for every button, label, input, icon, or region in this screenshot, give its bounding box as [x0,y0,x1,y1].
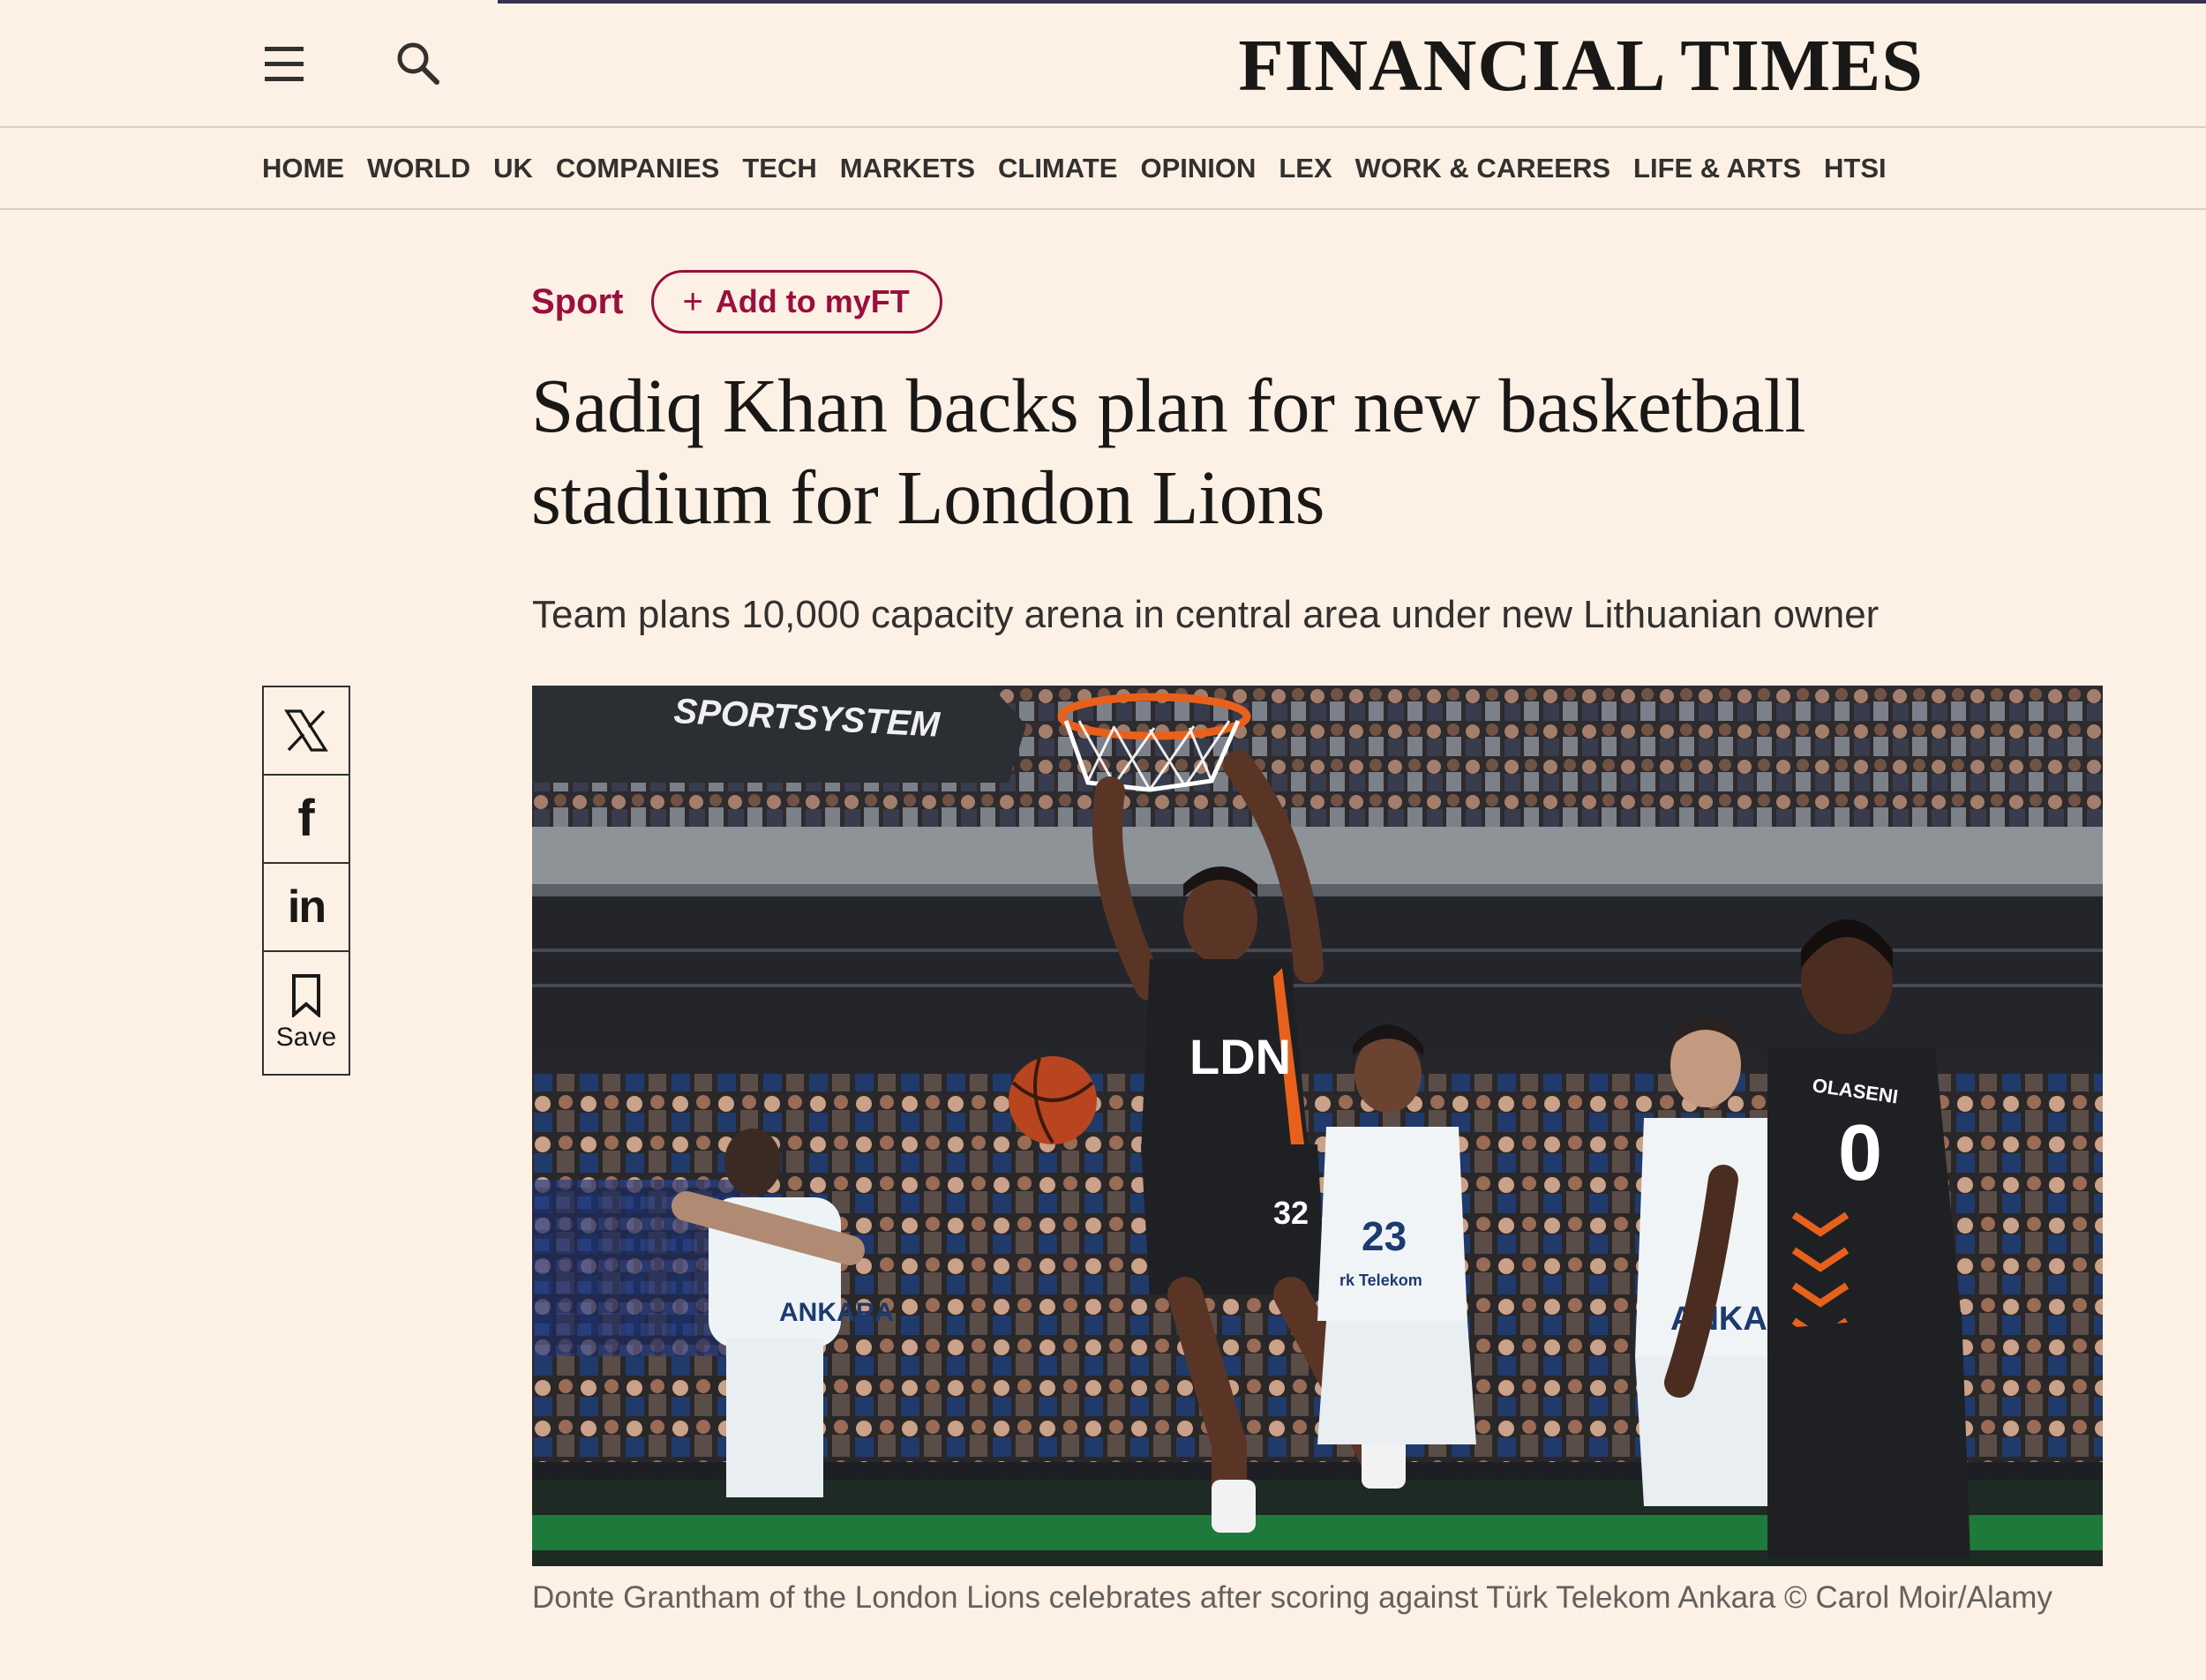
topic-link-sport[interactable]: Sport [531,282,623,322]
nav-item-companies[interactable]: COMPANIES [556,153,719,184]
nav-item-lex[interactable]: LEX [1279,153,1332,184]
middle-jersey-text: rk Telekom [1339,1271,1422,1289]
hamburger-menu-icon[interactable] [261,44,309,85]
bookmark-icon [292,974,320,1017]
add-to-myft-button[interactable]: + Add to myFT [651,270,942,334]
nav-item-markets[interactable]: MARKETS [840,153,975,184]
facebook-icon: f [297,790,315,847]
svg-text:LDN: LDN [1189,1029,1291,1084]
nav-item-work-careers[interactable]: WORK & CAREERS [1355,153,1610,184]
linkedin-icon: in [287,881,326,933]
site-header: FINANCIAL TIMES [0,0,2206,128]
share-toolbar: f in Save [262,686,350,1076]
share-x-button[interactable] [264,687,349,776]
nav-item-life-arts[interactable]: LIFE & ARTS [1633,153,1801,184]
nav-item-climate[interactable]: CLIMATE [998,153,1117,184]
main-jersey-number: 32 [1273,1195,1309,1231]
nav-item-opinion[interactable]: OPINION [1140,153,1256,184]
nav-item-tech[interactable]: TECH [742,153,816,184]
middle-jersey-number: 23 [1362,1213,1407,1259]
nav-item-world[interactable]: WORLD [367,153,470,184]
x-twitter-icon [284,709,328,752]
nav-item-home[interactable]: HOME [262,153,344,184]
article-headline: Sadiq Khan backs plan for new basketball… [531,363,1806,540]
share-linkedin-button[interactable]: in [264,864,349,952]
article-main-image: SPORTSYSTEM ANKARA LDN 32 23 rk Telekom … [532,686,2103,1566]
nav-item-htsi[interactable]: HTSI [1824,153,1887,184]
plus-icon: + [682,282,703,321]
save-label: Save [275,1023,337,1052]
main-navigation: HOME WORLD UK COMPANIES TECH MARKETS CLI… [0,128,2206,210]
article-standfirst: Team plans 10,000 capacity arena in cent… [532,593,1880,636]
ft-masthead-logo[interactable]: FINANCIAL TIMES [1218,26,1924,106]
left-jersey-text: ANKARA [779,1298,894,1327]
add-to-myft-label: Add to myFT [715,283,910,319]
image-caption: Donte Grantham of the London Lions celeb… [532,1580,2052,1615]
article-topic-row: Sport + Add to myFT [531,268,942,335]
save-article-button[interactable]: Save [264,952,349,1074]
search-icon[interactable] [394,39,443,88]
right-jersey-number: 0 [1838,1109,1882,1197]
share-facebook-button[interactable]: f [264,776,349,864]
nav-item-uk[interactable]: UK [493,153,533,184]
